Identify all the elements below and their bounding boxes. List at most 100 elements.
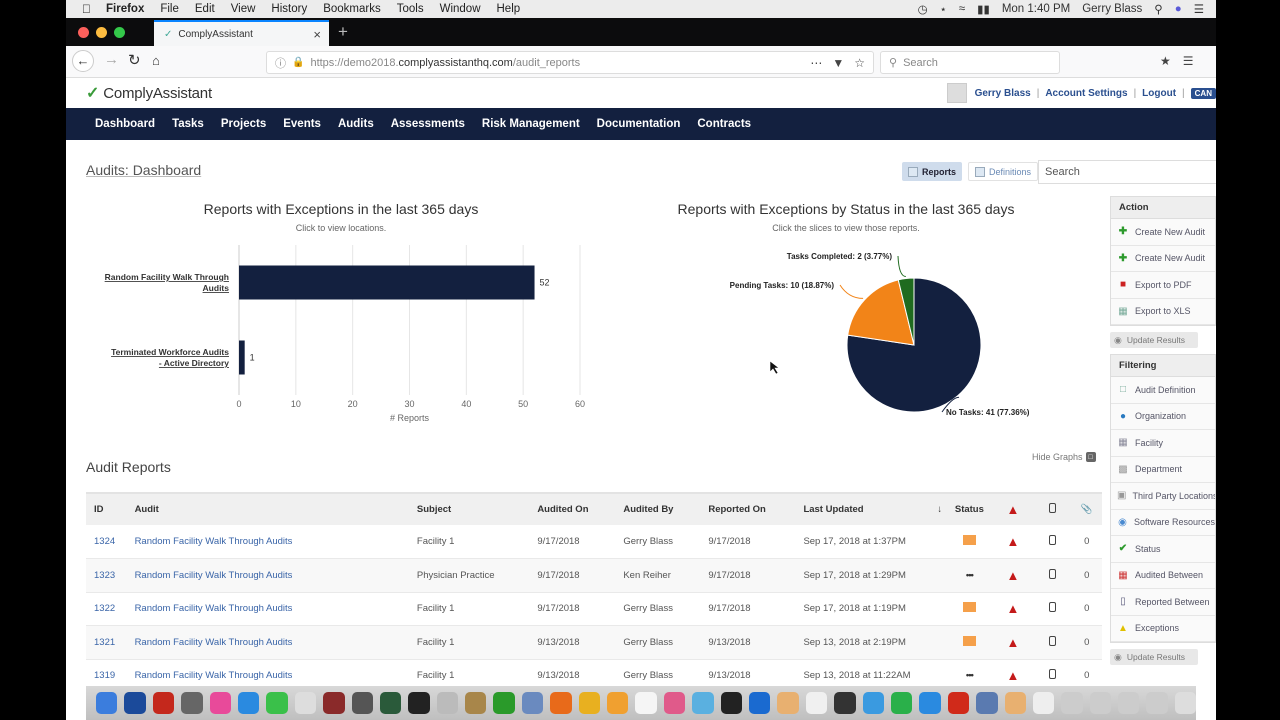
row-audit-link[interactable]: Random Facility Walk Through Audits [134,625,417,660]
col-attachments[interactable]: 📎 [1071,492,1102,525]
table-row[interactable]: 1324 Random Facility Walk Through Audits F… [86,525,1102,559]
dock-app-icon[interactable] [1061,692,1083,714]
logo[interactable]: ✓ ComplyAssistant [86,83,212,103]
table-row[interactable]: 1323 Random Facility Walk Through Audits P… [86,558,1102,593]
dock-app-icon[interactable] [209,692,231,714]
spotlight-icon[interactable]: ⚲ [1154,2,1162,16]
warning-icon[interactable]: ▲ [1006,534,1019,549]
menu-window[interactable]: Window [440,3,481,15]
filter-department[interactable]: ▩ Department [1111,457,1215,483]
bar[interactable] [239,265,535,300]
dock-app-icon[interactable] [862,692,884,714]
menu-app-name[interactable]: Firefox [106,3,144,15]
dock-app-icon[interactable] [947,692,970,714]
warning-icon[interactable]: ▲ [1006,568,1019,583]
menu-view[interactable]: View [231,3,256,15]
warning-icon[interactable]: ▲ [1006,668,1019,683]
dock-app-icon[interactable] [379,692,402,714]
dock-app-icon[interactable] [919,692,941,714]
definitions-view-button[interactable]: Definitions [968,162,1039,181]
mobile-icon[interactable] [1048,535,1056,545]
dock-app-icon[interactable] [890,692,913,714]
dock-app-icon[interactable] [152,692,175,714]
dock-app-icon[interactable] [1118,692,1140,714]
col-id[interactable]: ID [86,492,135,525]
col-status[interactable]: Status [946,492,993,525]
dock-app-icon[interactable] [436,692,459,714]
close-window-button[interactable] [78,27,89,38]
dock-app-icon[interactable] [294,692,317,714]
siri-icon[interactable]: ● [1175,3,1182,15]
dock-app-icon[interactable] [237,692,260,714]
dock-app-icon[interactable] [692,692,714,714]
dock-app-icon[interactable] [777,692,799,714]
apple-icon[interactable]:  [82,2,96,16]
library-icon[interactable]: ☰ [1183,54,1194,68]
home-button[interactable]: ⌂ [152,53,160,68]
dock-app-icon[interactable] [96,692,118,714]
nav-projects[interactable]: Projects [221,118,266,130]
forward-button[interactable]: → [104,51,119,68]
new-tab-icon[interactable]: + [338,22,348,42]
reload-button[interactable]: ↻ [128,51,141,69]
nav-contracts[interactable]: Contracts [697,118,751,130]
dock-app-icon[interactable] [663,692,686,714]
filter-third-party-locations[interactable]: ▣ Third Party Locations [1111,483,1215,510]
url-bar[interactable]: ⓘ 🔒 https://demo2018.complyassistanthq.c… [266,51,874,74]
filter-software-resources[interactable]: ◉ Software Resources [1111,510,1215,536]
dock-app-icon[interactable] [493,692,515,714]
row-id-link[interactable]: 1321 [86,625,135,660]
notification-center-icon[interactable]: ☰ [1194,2,1204,16]
filter-audit-definition[interactable]: □ Audit Definition [1111,377,1215,404]
minimize-window-button[interactable] [96,27,107,38]
filter-reported-between[interactable]: ▯ Reported Between [1111,589,1215,616]
warning-icon[interactable]: ▲ [1006,601,1019,616]
logout-link[interactable]: Logout [1142,88,1176,99]
dock-app-icon[interactable] [124,692,146,714]
nav-tasks[interactable]: Tasks [172,118,204,130]
dock-app-icon[interactable] [181,692,203,714]
filter-audited-between[interactable]: ▦ Audited Between [1111,563,1215,589]
action-create-new-audit-1[interactable]: ✚ Create New Audit [1111,219,1215,246]
dock-app-icon[interactable] [408,692,430,714]
dock-app-icon[interactable] [323,692,345,714]
menu-tools[interactable]: Tools [397,3,424,15]
mobile-icon[interactable] [1048,635,1056,646]
dock-app-icon[interactable] [550,692,572,714]
col-audited-on[interactable]: Audited On [537,492,624,525]
col-reported-on[interactable]: Reported On [708,492,804,525]
category-label[interactable]: Random Facility Walk Through Audits [105,272,230,293]
bar[interactable] [239,340,245,375]
dock-app-icon[interactable] [521,692,544,714]
page-search-input[interactable]: Search [1038,160,1216,184]
filter-organization[interactable]: ● Organization [1111,404,1215,430]
nav-assessments[interactable]: Assessments [391,118,465,130]
page-actions-icon[interactable]: ⋯ [810,56,822,70]
update-results-button-2[interactable]: ◉ Update Results [1110,649,1198,665]
row-id-link[interactable]: 1322 [86,592,135,626]
dock-app-icon[interactable] [1174,692,1197,714]
action-export-pdf[interactable]: ■ Export to PDF [1111,272,1215,299]
dock-app-icon[interactable] [266,692,288,714]
dock-app-icon[interactable] [1032,692,1055,714]
back-button[interactable]: ← [72,50,94,72]
menu-file[interactable]: File [160,3,179,15]
menu-help[interactable]: Help [497,3,521,15]
pending-status-icon[interactable] [962,635,976,646]
mobile-icon[interactable] [1048,568,1056,579]
row-audit-link[interactable]: Random Facility Walk Through Audits [134,592,417,626]
sort-arrow-icon[interactable]: ↓ [937,504,942,515]
page-title[interactable]: Audits: Dashboard [86,162,201,178]
row-id-link[interactable]: 1324 [86,525,135,559]
col-audited-by[interactable]: Audited By [623,492,709,525]
pocket-icon[interactable]: ▼ [832,56,844,70]
action-export-xls[interactable]: ▦ Export to XLS [1111,299,1215,325]
no-status-icon[interactable]: ••• [966,670,974,681]
no-status-icon[interactable]: ••• [966,570,974,581]
user-name-link[interactable]: Gerry Blass [975,88,1031,99]
nav-risk-management[interactable]: Risk Management [482,118,580,130]
dock-app-icon[interactable] [635,692,657,714]
dock-app-icon[interactable] [1004,692,1026,714]
battery-icon[interactable]: ▮▮ [977,2,990,16]
clock[interactable]: Mon 1:40 PM [1002,3,1070,15]
